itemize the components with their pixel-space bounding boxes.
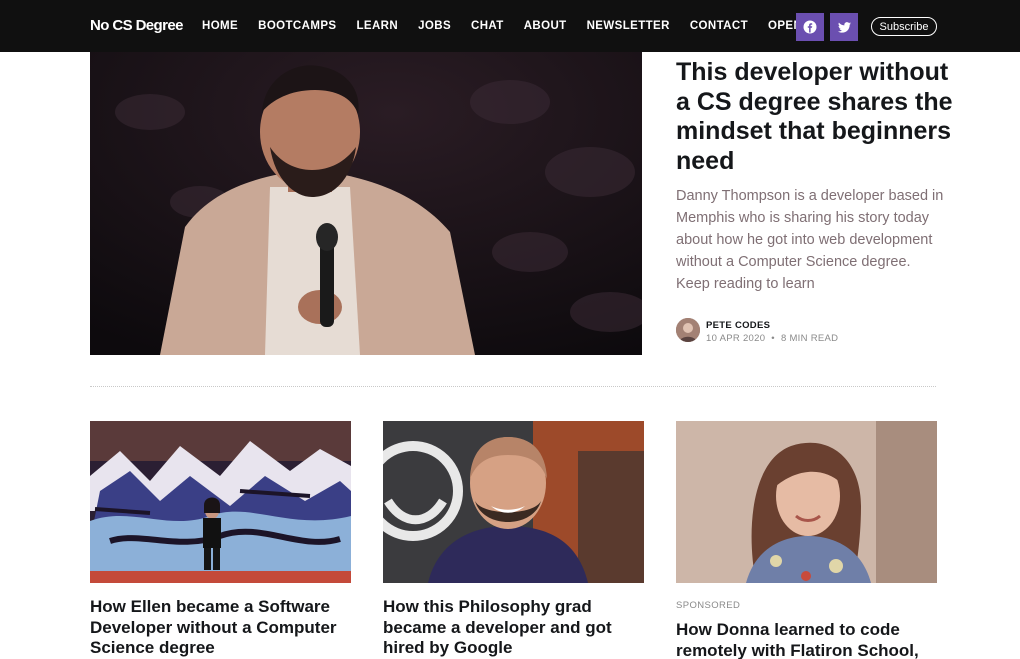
post-card-image[interactable] — [676, 421, 937, 583]
post-card-image[interactable] — [90, 421, 351, 583]
featured-post-image[interactable] — [90, 52, 642, 355]
post-card-title[interactable]: How Donna learned to code remotely with … — [676, 620, 941, 659]
post-meta: 10 APR 2020 • 8 MIN READ — [706, 333, 838, 344]
nav-link-home[interactable]: HOME — [202, 20, 238, 32]
speaker-photo — [90, 52, 642, 355]
author-name[interactable]: PETE CODES — [706, 320, 770, 331]
post-date: 10 APR 2020 — [706, 333, 766, 344]
site-logo[interactable]: No CS Degree — [90, 17, 183, 34]
nav-link-learn[interactable]: LEARN — [356, 20, 398, 32]
featured-post-title[interactable]: This developer without a CS degree share… — [676, 58, 956, 176]
twitter-button[interactable] — [830, 13, 858, 41]
nav-link-about[interactable]: ABOUT — [524, 20, 567, 32]
main-menu: HOME BOOTCAMPS LEARN JOBS CHAT ABOUT NEW… — [202, 20, 822, 32]
woman-portrait-photo — [676, 421, 937, 583]
read-time: 8 MIN READ — [780, 333, 839, 344]
smiling-man-photo — [383, 421, 644, 583]
nav-link-jobs[interactable]: JOBS — [418, 20, 451, 32]
top-navbar: No CS Degree HOME BOOTCAMPS LEARN JOBS C… — [0, 0, 1020, 52]
author-photo — [676, 318, 700, 342]
featured-post-excerpt: Danny Thompson is a developer based in M… — [676, 188, 944, 292]
facebook-button[interactable] — [796, 13, 824, 41]
facebook-icon — [803, 20, 817, 34]
nav-link-newsletter[interactable]: NEWSLETTER — [587, 20, 670, 32]
subscribe-button[interactable]: Subscribe — [871, 17, 937, 36]
nav-link-bootcamps[interactable]: BOOTCAMPS — [258, 20, 336, 32]
sponsored-label: SPONSORED — [676, 600, 741, 611]
nav-link-chat[interactable]: CHAT — [471, 20, 504, 32]
author-avatar[interactable] — [676, 318, 700, 342]
twitter-icon — [837, 21, 851, 33]
meta-separator: • — [771, 333, 775, 344]
post-card-image[interactable] — [383, 421, 644, 583]
nav-link-contact[interactable]: CONTACT — [690, 20, 748, 32]
post-card-title[interactable]: How Ellen became a Software Developer wi… — [90, 597, 355, 659]
section-divider — [90, 386, 936, 387]
graffiti-photo — [90, 421, 351, 583]
post-card-title[interactable]: How this Philosophy grad became a develo… — [383, 597, 648, 659]
